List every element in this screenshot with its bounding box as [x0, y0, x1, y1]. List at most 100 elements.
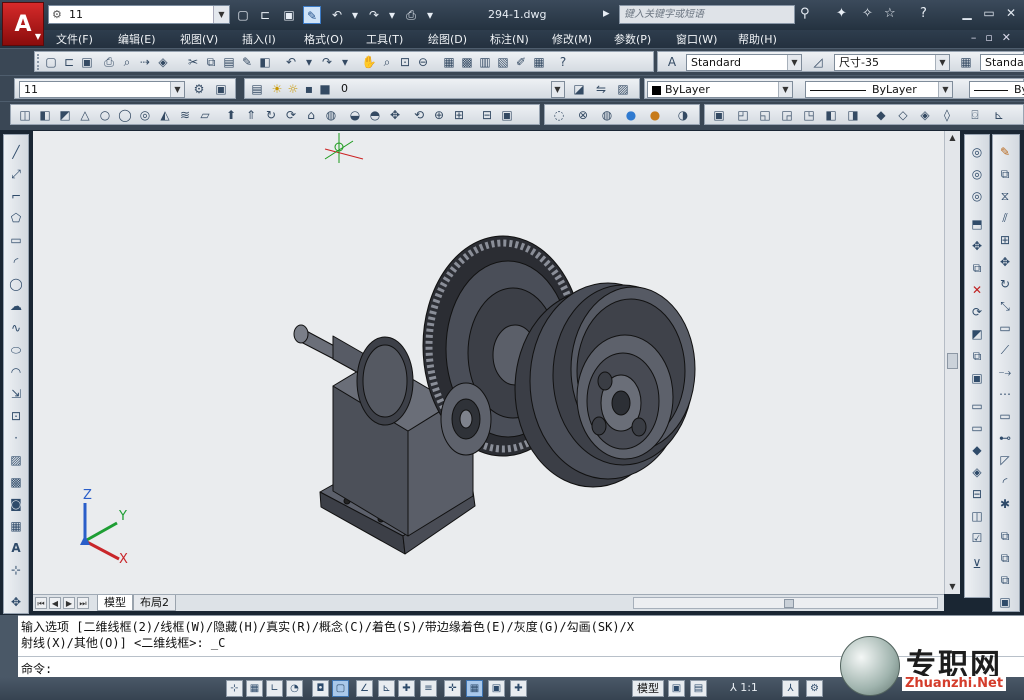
dimension-style-select[interactable]: 尺寸-35 ▼: [834, 54, 950, 71]
lineweight-select[interactable]: ByLayer: [969, 81, 1024, 98]
menu-edit[interactable]: 编辑(E): [118, 31, 156, 47]
insert-block-icon[interactable]: ⇲: [7, 385, 25, 403]
left-view-icon[interactable]: ◲: [779, 107, 795, 123]
box-icon[interactable]: ◧: [37, 107, 53, 123]
menu-draw[interactable]: 绘图(D): [428, 31, 467, 47]
open-icon[interactable]: ⊏: [61, 54, 77, 70]
undo-dropdown-icon[interactable]: ▾: [301, 54, 317, 70]
menu-parametric[interactable]: 参数(P): [614, 31, 651, 47]
add-selected-icon[interactable]: ⊹: [7, 561, 25, 579]
bring-to-front-icon[interactable]: ⧉: [996, 549, 1014, 567]
make-block-icon[interactable]: ⊡: [7, 407, 25, 425]
quickcalc-icon[interactable]: ▦: [531, 54, 547, 70]
annotation-scale[interactable]: ⅄ 1:1: [730, 681, 758, 694]
quick-properties-icon[interactable]: ▦: [466, 680, 483, 697]
selection-cycling-icon[interactable]: ▣: [488, 680, 505, 697]
named-views-icon[interactable]: ▣: [711, 107, 727, 123]
scrollbar-thumb[interactable]: [784, 599, 794, 608]
extrude-faces-icon[interactable]: ⬒: [968, 215, 986, 233]
next-tab-icon[interactable]: ▶: [63, 597, 75, 609]
menu-modify[interactable]: 修改(M): [552, 31, 592, 47]
ellipse-arc-icon[interactable]: ◠: [7, 363, 25, 381]
extend-icon[interactable]: ⤍: [996, 363, 1014, 381]
snap-mode-icon[interactable]: ⊹: [226, 680, 243, 697]
region-icon[interactable]: ◙: [7, 495, 25, 513]
qnew-icon[interactable]: ▢: [43, 54, 59, 70]
sheet-set-icon[interactable]: ▧: [495, 54, 511, 70]
favorites-star-icon[interactable]: ☆: [884, 6, 896, 21]
sw-iso-icon[interactable]: ◆: [873, 107, 889, 123]
extrude-icon[interactable]: ⬆: [223, 107, 239, 123]
layer-dropdown[interactable]: ▼: [551, 81, 565, 98]
command-prompt[interactable]: 命令:: [21, 660, 52, 677]
menu-tools[interactable]: 工具(T): [366, 31, 403, 47]
plot-icon[interactable]: ⎙: [402, 6, 420, 24]
subtract-icon[interactable]: ◒: [347, 107, 363, 123]
erase-icon[interactable]: ✎: [996, 143, 1014, 161]
copy-faces-icon[interactable]: ⧉: [968, 347, 986, 365]
menu-file[interactable]: 文件(F): [56, 31, 93, 47]
properties-icon[interactable]: ▦: [441, 54, 457, 70]
gradient-icon[interactable]: ▩: [7, 473, 25, 491]
front-view-icon[interactable]: ◧: [823, 107, 839, 123]
toolbar-grip-icon[interactable]: ✥: [7, 593, 25, 611]
layer-properties-icon[interactable]: ▤: [249, 81, 265, 97]
section-plane-icon[interactable]: ⊟: [479, 107, 495, 123]
3d-object-snap-icon[interactable]: ▢: [332, 680, 349, 697]
check-icon[interactable]: ☑: [968, 529, 986, 547]
text-style-select[interactable]: Standard ▼: [686, 54, 802, 71]
cut-icon[interactable]: ✂: [185, 54, 201, 70]
vertical-scrollbar[interactable]: ▲ ▼: [944, 131, 960, 594]
close-button[interactable]: ✕: [1000, 4, 1022, 24]
move-icon[interactable]: ✥: [996, 253, 1014, 271]
text-style-icon[interactable]: A: [664, 54, 680, 70]
line-icon[interactable]: ╱: [7, 143, 25, 161]
toolbar-end-icon[interactable]: ⊻: [968, 555, 986, 573]
scroll-up-icon[interactable]: ▲: [945, 131, 960, 145]
tab-layout2[interactable]: 布局2: [133, 595, 176, 611]
save-icon[interactable]: ▣: [280, 6, 298, 24]
save-as-icon[interactable]: ✎: [303, 6, 321, 24]
pan-icon[interactable]: ✋: [361, 54, 377, 70]
lineweight-icon[interactable]: ≡: [420, 680, 437, 697]
cylinder-icon[interactable]: ◯: [117, 107, 133, 123]
toolbar-grip[interactable]: [37, 54, 40, 70]
offset-faces-icon[interactable]: ⧉: [968, 259, 986, 277]
back-view-icon[interactable]: ◨: [845, 107, 861, 123]
spline-icon[interactable]: ∿: [7, 319, 25, 337]
camera-icon[interactable]: ⌼: [967, 107, 983, 123]
ellipse-icon[interactable]: ⬭: [7, 341, 25, 359]
annotation-monitor-icon[interactable]: ✚: [510, 680, 527, 697]
workspace-select[interactable]: ⚙ 11 ▼: [48, 5, 230, 24]
realistic-icon[interactable]: ◍: [599, 107, 615, 123]
3d-align-icon[interactable]: ⊕: [431, 107, 447, 123]
dimension-style-icon[interactable]: ◿: [810, 54, 826, 70]
first-tab-icon[interactable]: ⏮: [35, 597, 47, 609]
multiline-text-icon[interactable]: A: [7, 539, 25, 557]
help-icon[interactable]: ?: [920, 6, 927, 21]
ne-iso-icon[interactable]: ◈: [917, 107, 933, 123]
2d-wireframe-icon[interactable]: ◌: [551, 107, 567, 123]
undo-icon[interactable]: ↶: [283, 54, 299, 70]
intersect-icon[interactable]: ◓: [367, 107, 383, 123]
dynamic-input-icon[interactable]: ✚: [398, 680, 415, 697]
subtract-icon[interactable]: ◎: [968, 165, 986, 183]
color-edges-icon[interactable]: ▭: [968, 419, 986, 437]
model-space-button[interactable]: 模型: [632, 680, 664, 697]
move-faces-icon[interactable]: ✥: [968, 237, 986, 255]
scale-icon[interactable]: ⤡: [996, 297, 1014, 315]
arc-icon[interactable]: ◜: [7, 253, 25, 271]
linetype-select[interactable]: ByLayer ▼: [805, 81, 953, 98]
presspull-icon[interactable]: ⇑: [243, 107, 259, 123]
stretch-icon[interactable]: ▭: [996, 319, 1014, 337]
imprint-icon[interactable]: ◆: [968, 441, 986, 459]
ucs-icon[interactable]: ⊾: [991, 107, 1007, 123]
rotate-faces-icon[interactable]: ⟳: [968, 303, 986, 321]
flatshot-icon[interactable]: ▣: [499, 107, 515, 123]
menu-help[interactable]: 帮助(H): [738, 31, 777, 47]
copy-object-icon[interactable]: ⧉: [996, 165, 1014, 183]
construction-line-icon[interactable]: ⤢: [7, 165, 25, 183]
quick-view-drawings-icon[interactable]: ▤: [690, 680, 707, 697]
make-current-layer-icon[interactable]: ◪: [571, 81, 587, 97]
3d-move-icon[interactable]: ✥: [387, 107, 403, 123]
